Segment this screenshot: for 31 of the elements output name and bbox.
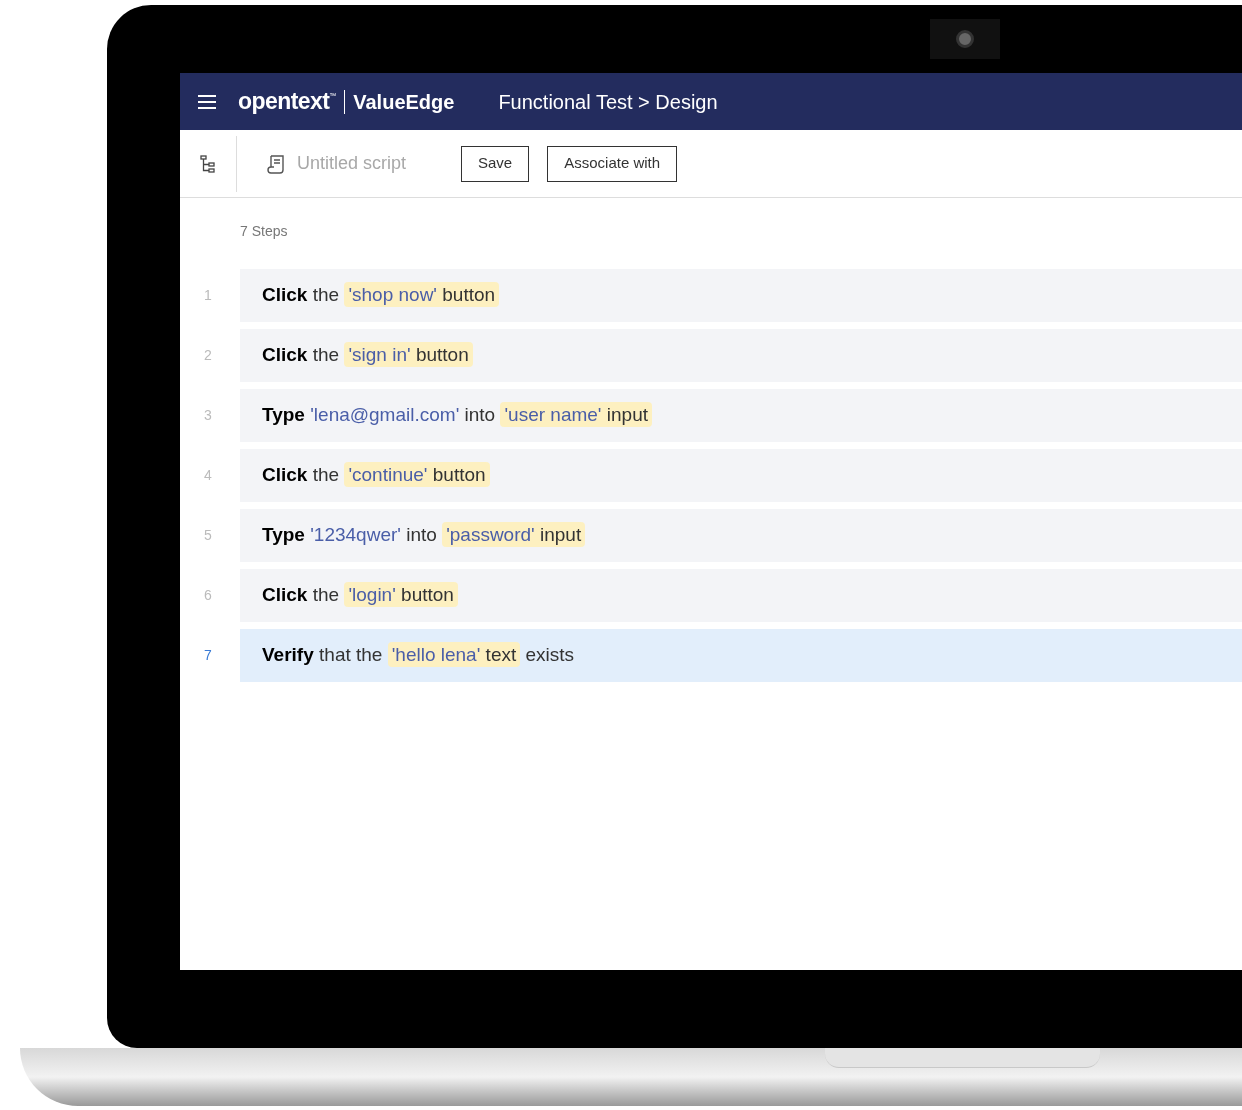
step-text: Click the 'sign in' button	[262, 341, 473, 370]
step-text: Type '1234qwer' into 'password' input	[262, 521, 586, 550]
breadcrumb: Functional Test > Design	[498, 89, 718, 115]
step-row[interactable]: Click the 'login' button	[240, 569, 1242, 622]
step-row[interactable]: Verify that the 'hello lena' text exists	[240, 629, 1242, 682]
step-row[interactable]: Click the 'shop now' button	[240, 269, 1242, 322]
step-row[interactable]: Type 'lena@gmail.com' into 'user name' input	[240, 389, 1242, 442]
logo: opentext	[238, 87, 330, 117]
toolbar-button[interactable]: Save	[461, 145, 530, 182]
step-row[interactable]: Click the 'sign in' button	[240, 329, 1242, 382]
step-text: Verify that the 'hello lena' text exists	[262, 641, 575, 670]
step-text: Click the 'login' button	[262, 581, 458, 610]
step-text: Type 'lena@gmail.com' into 'user name' input	[262, 401, 652, 430]
step-number: 6	[203, 586, 213, 605]
script-icon	[267, 153, 285, 174]
step-text: Click the 'continue' button	[262, 461, 490, 490]
step-row[interactable]: Click the 'continue' button	[240, 449, 1242, 502]
step-number: 2	[203, 346, 213, 365]
step-number: 4	[203, 466, 213, 485]
camera-icon	[930, 19, 1000, 59]
step-row[interactable]: Type '1234qwer' into 'password' input	[240, 509, 1242, 562]
product-name: ValueEdge	[353, 89, 455, 115]
steps-count: 7 Steps	[240, 222, 289, 241]
toolbar-button[interactable]: Associate with	[547, 145, 678, 182]
step-number: 1	[203, 286, 213, 305]
step-number: 7	[203, 646, 213, 665]
script-name-field[interactable]: Untitled script	[297, 150, 447, 177]
menu-icon[interactable]	[198, 94, 216, 109]
step-number: 5	[203, 526, 213, 545]
step-text: Click the 'shop now' button	[262, 281, 500, 310]
step-number: 3	[203, 406, 213, 425]
